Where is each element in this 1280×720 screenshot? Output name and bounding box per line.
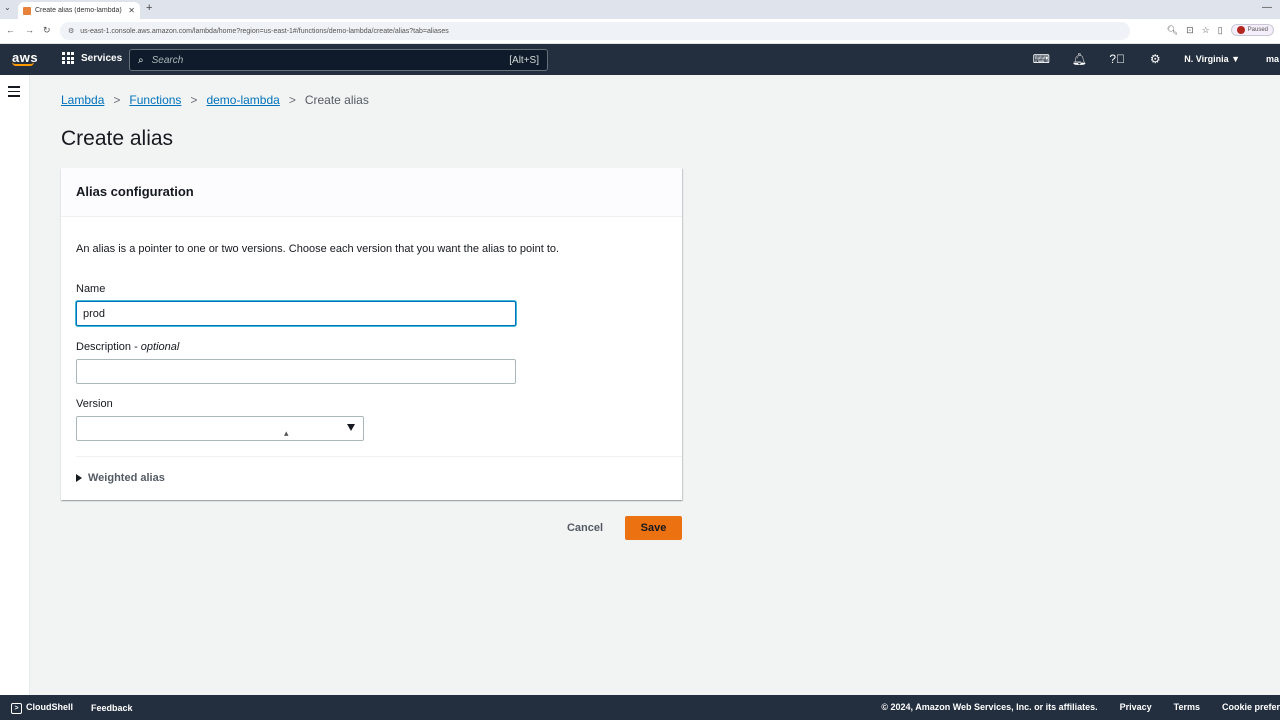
- aws-logo-text: aws: [12, 50, 39, 65]
- terminal-icon: >: [11, 703, 22, 714]
- search-placeholder: Search: [151, 54, 184, 66]
- cancel-button[interactable]: Cancel: [560, 516, 610, 539]
- chevron-right-icon: >: [190, 93, 198, 107]
- reload-icon[interactable]: ↻: [43, 25, 51, 36]
- cloudshell-label: CloudShell: [26, 702, 73, 712]
- side-navigation-rail: [0, 75, 30, 695]
- services-menu-button[interactable]: Services: [62, 52, 122, 64]
- aws-top-nav: aws Services ⌕ Search [Alt+S] ⌨ 🔔︎ ?⃝ ⚙ …: [0, 44, 1280, 75]
- hamburger-menu-icon[interactable]: [8, 86, 20, 100]
- search-shortcut: [Alt+S]: [509, 54, 539, 66]
- panel-header: Alias configuration: [61, 168, 682, 217]
- breadcrumb-lambda[interactable]: Lambda: [61, 93, 104, 107]
- weighted-alias-toggle[interactable]: Weighted alias: [76, 472, 165, 484]
- chevron-right-icon: >: [113, 93, 121, 107]
- version-select[interactable]: ▴: [76, 416, 364, 441]
- avatar: [1236, 26, 1245, 34]
- page-title: Create alias: [61, 127, 174, 150]
- help-icon[interactable]: ?⃝: [1098, 52, 1136, 66]
- breadcrumb: Lambda > Functions > demo-lambda > Creat…: [61, 93, 369, 107]
- profile-status: Paused: [1247, 27, 1268, 33]
- url-field[interactable]: ⚙ us-east-1.console.aws.amazon.com/lambd…: [60, 22, 1130, 40]
- cloudshell-button[interactable]: > CloudShell: [11, 702, 73, 714]
- browser-tabstrip: ⌄ Create alias (demo-lambda) - L ✕ + —: [0, 0, 1280, 19]
- name-label: Name: [76, 283, 106, 295]
- optional-tag: optional: [140, 341, 180, 353]
- notifications-bell-icon[interactable]: 🔔︎: [1060, 52, 1098, 66]
- cloudshell-icon[interactable]: ⌨: [1022, 52, 1060, 66]
- aws-logo[interactable]: aws: [12, 50, 38, 66]
- version-label: Version: [76, 398, 113, 410]
- alias-configuration-panel: Alias configuration An alias is a pointe…: [61, 168, 682, 500]
- caret-right-icon: [76, 474, 82, 482]
- region-selector[interactable]: N. Virginia ▼: [1184, 54, 1240, 64]
- profile-button[interactable]: Paused: [1230, 24, 1274, 36]
- breadcrumb-functions[interactable]: Functions: [129, 93, 181, 107]
- services-grid-icon: [62, 52, 74, 64]
- section-divider: [76, 456, 682, 457]
- settings-gear-icon[interactable]: ⚙: [1136, 52, 1174, 66]
- caret-down-icon: [347, 424, 355, 431]
- bookmark-star-icon[interactable]: ☆: [1202, 25, 1210, 36]
- name-input[interactable]: [76, 301, 516, 326]
- panel-title: Alias configuration: [76, 184, 194, 199]
- cookie-preferences-link[interactable]: Cookie preferences: [1222, 702, 1280, 712]
- description-label-text: Description -: [76, 341, 141, 353]
- browser-address-bar: ← → ↻ ⚙ us-east-1.console.aws.amazon.com…: [0, 19, 1280, 44]
- side-panel-icon[interactable]: ▯: [1218, 25, 1223, 36]
- back-icon[interactable]: ←: [6, 25, 15, 35]
- tab-title: Create alias (demo-lambda) - L: [35, 7, 125, 14]
- chevron-right-icon: >: [288, 93, 296, 107]
- url-text: us-east-1.console.aws.amazon.com/lambda/…: [80, 27, 449, 35]
- breadcrumb-current: Create alias: [304, 93, 369, 107]
- weighted-alias-label: Weighted alias: [88, 472, 165, 484]
- minimize-window-icon[interactable]: —: [1262, 2, 1272, 13]
- panel-description: An alias is a pointer to one or two vers…: [76, 243, 560, 255]
- terms-link[interactable]: Terms: [1174, 702, 1200, 712]
- search-input[interactable]: ⌕ Search [Alt+S]: [129, 49, 548, 71]
- description-input[interactable]: [76, 359, 516, 384]
- feedback-link[interactable]: Feedback: [91, 703, 133, 713]
- mouse-cursor-icon: ▴: [284, 428, 289, 438]
- breadcrumb-function-name[interactable]: demo-lambda: [206, 93, 279, 107]
- main-content: Lambda > Functions > demo-lambda > Creat…: [30, 75, 1280, 695]
- zoom-icon[interactable]: 🔍︎: [1167, 25, 1178, 36]
- install-icon[interactable]: ⊡: [1186, 25, 1194, 36]
- browser-tab[interactable]: Create alias (demo-lambda) - L ✕: [18, 2, 140, 19]
- forward-icon[interactable]: →: [25, 25, 34, 35]
- account-menu[interactable]: ma: [1266, 54, 1280, 64]
- save-button[interactable]: Save: [625, 516, 682, 540]
- search-icon: ⌕: [138, 54, 144, 66]
- copyright-text: © 2024, Amazon Web Services, Inc. or its…: [881, 702, 1098, 712]
- site-info-icon[interactable]: ⚙: [68, 27, 74, 35]
- services-label: Services: [81, 52, 123, 64]
- new-tab-icon[interactable]: +: [146, 2, 152, 14]
- console-footer: > CloudShell Feedback © 2024, Amazon Web …: [0, 695, 1280, 720]
- description-label: Description - optional: [76, 341, 179, 353]
- close-tab-icon[interactable]: ✕: [128, 6, 135, 15]
- aws-favicon-icon: [23, 6, 31, 15]
- tab-search-icon[interactable]: ⌄: [4, 3, 11, 12]
- privacy-link[interactable]: Privacy: [1120, 702, 1152, 712]
